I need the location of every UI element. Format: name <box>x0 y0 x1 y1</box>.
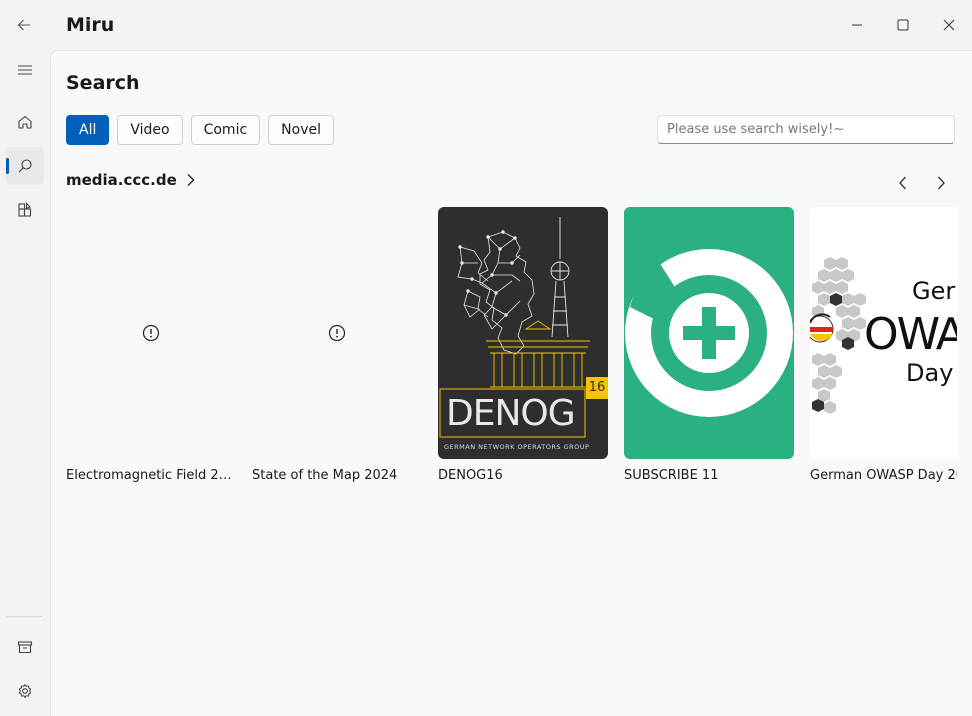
filter-all[interactable]: All <box>66 115 110 145</box>
section-title: media.ccc.de <box>66 171 177 189</box>
extensions-icon <box>18 202 32 217</box>
result-card[interactable]: DENOG 16 GERMAN NETWORK OPERATORS GROUP … <box>438 207 608 483</box>
app-title: Miru <box>66 14 115 36</box>
app-window: Miru Search All Video Comic Novel Please… <box>0 0 972 716</box>
page-title: Search <box>66 72 140 94</box>
owasp-line-2: OWA <box>864 309 957 360</box>
card-title: Electromagnetic Field 20… <box>66 468 236 483</box>
denog-logo-text: DENOG <box>446 393 576 434</box>
chevron-left-icon <box>899 176 906 190</box>
scroll-next-button[interactable] <box>927 169 955 197</box>
menu-button[interactable] <box>6 51 44 89</box>
result-card[interactable]: State of the Map 2024 <box>252 207 422 483</box>
cover-image: Ger OWA Day <box>810 207 957 459</box>
subscribe-logo <box>625 249 793 417</box>
chevron-right-icon <box>938 176 945 190</box>
active-indicator <box>6 158 9 174</box>
cover-image <box>624 207 794 459</box>
cover-placeholder <box>66 207 236 459</box>
minimize-icon <box>852 24 862 26</box>
denog-badge: 16 <box>588 380 606 395</box>
nav-extensions[interactable] <box>6 191 44 229</box>
gear-icon <box>18 684 32 698</box>
close-icon <box>943 19 955 31</box>
card-title: SUBSCRIBE 11 <box>624 468 719 483</box>
result-card[interactable]: SUBSCRIBE 11 <box>624 207 794 483</box>
error-icon <box>142 324 160 342</box>
arrow-left-icon <box>17 19 30 31</box>
result-card[interactable]: Electromagnetic Field 20… <box>66 207 236 483</box>
nav-settings[interactable] <box>6 672 44 710</box>
nav-home[interactable] <box>6 103 44 141</box>
card-title: State of the Map 2024 <box>252 468 398 483</box>
maximize-icon <box>897 19 909 31</box>
results-carousel: Electromagnetic Field 20… State of the M… <box>66 207 957 497</box>
chevron-right-icon <box>187 174 195 186</box>
minimize-button[interactable] <box>841 9 873 41</box>
cover-image: DENOG 16 GERMAN NETWORK OPERATORS GROUP <box>438 207 608 459</box>
card-title: DENOG16 <box>438 468 503 483</box>
home-icon <box>18 115 32 129</box>
hamburger-icon <box>18 65 32 75</box>
search-input[interactable] <box>657 115 955 144</box>
filter-chips: All Video Comic Novel <box>66 115 334 145</box>
filter-novel[interactable]: Novel <box>268 115 334 145</box>
title-bar: Miru <box>0 0 972 50</box>
error-icon <box>328 324 346 342</box>
card-title: German OWASP Day 20 <box>810 468 957 483</box>
owasp-line-1: Ger <box>912 277 956 305</box>
archive-icon <box>17 641 33 654</box>
back-button[interactable] <box>8 9 40 41</box>
denog-subtitle: GERMAN NETWORK OPERATORS GROUP <box>444 443 590 451</box>
close-button[interactable] <box>933 9 965 41</box>
content-panel: Search All Video Comic Novel media.ccc.d… <box>50 50 972 716</box>
search-icon <box>18 159 32 173</box>
maximize-button[interactable] <box>887 9 919 41</box>
filter-video[interactable]: Video <box>117 115 183 145</box>
owasp-line-3: Day <box>906 359 954 387</box>
result-card[interactable]: Ger OWA Day German OWASP Day 20 <box>810 207 957 483</box>
scroll-prev-button[interactable] <box>889 169 917 197</box>
filter-comic[interactable]: Comic <box>190 115 261 145</box>
nav-search[interactable] <box>6 147 44 185</box>
nav-archive[interactable] <box>6 628 44 666</box>
rail-divider <box>7 616 42 617</box>
section-header[interactable]: media.ccc.de <box>66 171 197 189</box>
cover-placeholder <box>252 207 422 459</box>
